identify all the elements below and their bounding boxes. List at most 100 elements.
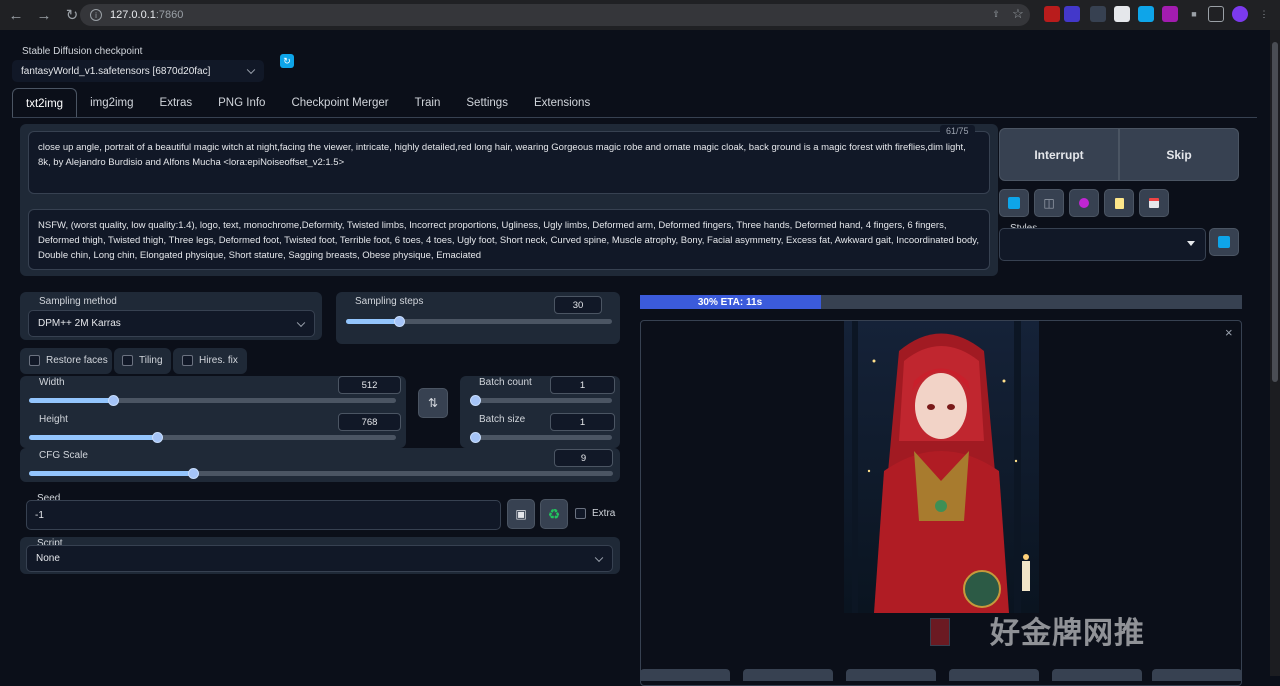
restore-faces-label: Restore faces bbox=[46, 355, 108, 366]
script-block: Script None bbox=[20, 537, 620, 574]
paste-params-icon[interactable] bbox=[999, 189, 1029, 217]
watermark-text: 好金牌网推 bbox=[990, 617, 1145, 650]
gallery-action-button-6[interactable] bbox=[1152, 669, 1242, 681]
tab-extensions[interactable]: Extensions bbox=[521, 88, 603, 118]
slider-fill bbox=[346, 319, 399, 324]
batch-size-slider[interactable] bbox=[470, 432, 612, 443]
thumbnail[interactable] bbox=[930, 618, 950, 646]
slider-handle[interactable] bbox=[188, 468, 199, 479]
hires-fix-checkbox[interactable]: Hires. fix bbox=[182, 355, 238, 366]
browser-toolbar: ← → ↻ i 127.0.0.1:7860 ⇧ ☆ ■ ⋮ bbox=[0, 0, 1280, 30]
script-select[interactable]: None bbox=[26, 545, 613, 572]
tab-checkpoint-merger[interactable]: Checkpoint Merger bbox=[278, 88, 401, 118]
extension-icon-2[interactable] bbox=[1064, 6, 1080, 22]
batch-count-slider[interactable] bbox=[470, 395, 612, 406]
sampling-steps-label: Sampling steps bbox=[355, 296, 424, 307]
chevron-down-icon bbox=[296, 318, 306, 327]
height-label: Height bbox=[39, 414, 68, 425]
checkbox-box[interactable] bbox=[575, 508, 586, 519]
slider-handle[interactable] bbox=[108, 395, 119, 406]
site-info-icon[interactable]: i bbox=[90, 9, 102, 21]
width-input[interactable]: 512 bbox=[338, 376, 401, 394]
tab-extras[interactable]: Extras bbox=[147, 88, 206, 118]
height-input[interactable]: 768 bbox=[338, 413, 401, 431]
height-slider[interactable] bbox=[29, 432, 396, 443]
refresh-styles-button[interactable] bbox=[1209, 228, 1239, 256]
seed-input[interactable]: -1 bbox=[26, 500, 501, 530]
dropdown-arrow-icon bbox=[1187, 241, 1195, 250]
sampling-method-select[interactable]: DPM++ 2M Karras bbox=[28, 310, 315, 337]
checkbox-box[interactable] bbox=[182, 355, 193, 366]
sidepanel-icon[interactable] bbox=[1208, 6, 1224, 22]
tab-img2img[interactable]: img2img bbox=[77, 88, 146, 118]
cfg-input[interactable]: 9 bbox=[554, 449, 613, 467]
random-seed-dice-icon[interactable]: ▣ bbox=[507, 499, 535, 529]
hires-fix-label: Hires. fix bbox=[199, 355, 238, 366]
close-icon[interactable]: × bbox=[1225, 325, 1233, 340]
cfg-slider[interactable] bbox=[29, 468, 613, 479]
gallery-action-button-1[interactable] bbox=[640, 669, 730, 681]
sampling-steps-slider[interactable] bbox=[346, 316, 612, 327]
tab-txt2img[interactable]: txt2img bbox=[12, 88, 78, 118]
share-icon[interactable]: ⇧ bbox=[988, 6, 1004, 22]
generated-image[interactable] bbox=[844, 321, 1039, 613]
extension-icon-3[interactable] bbox=[1090, 6, 1106, 22]
clipboard-icon[interactable] bbox=[1104, 189, 1134, 217]
gallery-action-button-2[interactable] bbox=[743, 669, 833, 681]
avatar[interactable] bbox=[1232, 6, 1248, 22]
slider-handle[interactable] bbox=[470, 395, 481, 406]
batch-size-label: Batch size bbox=[479, 414, 526, 425]
restore-faces-checkbox[interactable]: Restore faces bbox=[29, 355, 108, 366]
slider-handle[interactable] bbox=[152, 432, 163, 443]
slider-handle[interactable] bbox=[470, 432, 481, 443]
checkpoint-value: fantasyWorld_v1.safetensors [6870d20fac] bbox=[21, 65, 211, 77]
chevron-down-icon bbox=[246, 65, 256, 75]
bookmark-star-icon[interactable]: ☆ bbox=[1010, 6, 1026, 22]
styles-select[interactable] bbox=[999, 228, 1206, 261]
extension-icon-5[interactable] bbox=[1138, 6, 1154, 22]
extra-seed-checkbox[interactable]: Extra bbox=[575, 508, 615, 519]
progress-text: 30% ETA: 11s bbox=[697, 296, 763, 308]
batch-size-input[interactable]: 1 bbox=[550, 413, 615, 431]
extra-networks-icon[interactable] bbox=[1069, 189, 1099, 217]
batch-count-input[interactable]: 1 bbox=[550, 376, 615, 394]
gallery-action-button-4[interactable] bbox=[949, 669, 1039, 681]
save-style-icon[interactable] bbox=[1139, 189, 1169, 217]
reuse-seed-recycle-icon[interactable]: ♻ bbox=[540, 499, 568, 529]
tab-settings[interactable]: Settings bbox=[453, 88, 521, 118]
width-slider[interactable] bbox=[29, 395, 396, 406]
webui-page: Stable Diffusion checkpoint fantasyWorld… bbox=[0, 30, 1270, 686]
interrupt-button[interactable]: Interrupt bbox=[999, 128, 1119, 181]
puzzle-icon[interactable]: ■ bbox=[1186, 6, 1202, 22]
swap-dimensions-icon[interactable]: ⇅ bbox=[418, 388, 448, 418]
slider-fill bbox=[29, 398, 113, 403]
page-scrollbar[interactable] bbox=[1270, 30, 1280, 676]
extension-icon-1[interactable] bbox=[1044, 6, 1060, 22]
skip-button[interactable]: Skip bbox=[1119, 128, 1239, 181]
extension-icon-4[interactable] bbox=[1114, 6, 1130, 22]
extension-icon-6[interactable] bbox=[1162, 6, 1178, 22]
tiling-block: Tiling bbox=[114, 348, 171, 374]
output-gallery: × bbox=[640, 320, 1242, 686]
restore-faces-block: Restore faces bbox=[20, 348, 112, 374]
scrollbar-thumb[interactable] bbox=[1272, 42, 1278, 382]
tab-train[interactable]: Train bbox=[402, 88, 454, 118]
checkbox-box[interactable] bbox=[122, 355, 133, 366]
batch-count-label: Batch count bbox=[479, 377, 532, 388]
gallery-action-button-3[interactable] bbox=[846, 669, 936, 681]
menu-dots-icon[interactable]: ⋮ bbox=[1256, 6, 1272, 22]
trash-icon[interactable]: ◫ bbox=[1034, 189, 1064, 217]
prompt-textarea[interactable]: close up angle, portrait of a beautiful … bbox=[28, 131, 990, 194]
tab-png-info[interactable]: PNG Info bbox=[205, 88, 278, 118]
back-icon[interactable]: ← bbox=[4, 3, 28, 27]
tiling-checkbox[interactable]: Tiling bbox=[122, 355, 163, 366]
address-bar[interactable]: i 127.0.0.1:7860 bbox=[80, 4, 1030, 26]
forward-icon[interactable]: → bbox=[32, 3, 56, 27]
checkbox-box[interactable] bbox=[29, 355, 40, 366]
gallery-action-button-5[interactable] bbox=[1052, 669, 1142, 681]
refresh-checkpoint-icon[interactable]: ↻ bbox=[280, 54, 294, 68]
sampling-steps-input[interactable]: 30 bbox=[554, 296, 602, 314]
checkpoint-select[interactable]: fantasyWorld_v1.safetensors [6870d20fac] bbox=[12, 60, 264, 82]
negative-prompt-textarea[interactable]: NSFW, (worst quality, low quality:1.4), … bbox=[28, 209, 990, 270]
slider-handle[interactable] bbox=[394, 316, 405, 327]
